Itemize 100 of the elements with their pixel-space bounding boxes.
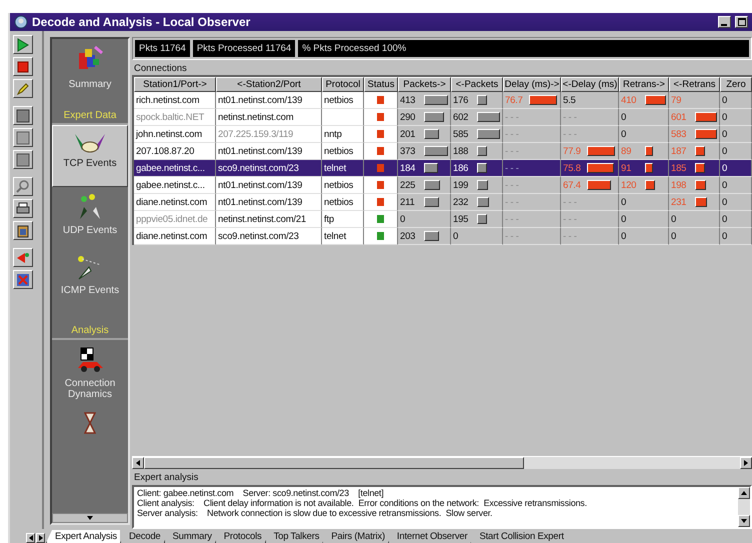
table-cell[interactable]: sco9.netinst.com/23 — [216, 228, 322, 245]
toolbar-button[interactable] — [13, 270, 33, 289]
metric-value: - - - — [563, 214, 578, 224]
analysis-text-box[interactable] — [132, 485, 752, 529]
metric-value: 0 — [671, 230, 678, 242]
toolbar-button[interactable] — [13, 35, 33, 54]
column-header[interactable]: Protocol — [322, 77, 364, 92]
column-header[interactable]: <-Retrans — [669, 77, 720, 92]
maximize-icon — [738, 18, 746, 26]
table-cell[interactable]: nt01.netinst.com/139 — [216, 92, 322, 109]
caret-icon — [741, 518, 747, 524]
tab[interactable]: Decode — [120, 530, 164, 543]
metric-value: - - - — [563, 196, 578, 208]
column-header[interactable]: Retrans-> — [619, 77, 669, 92]
metric-value: 290 — [400, 112, 416, 122]
metric-value: 77.9 — [563, 146, 582, 156]
metric-value: 0 — [621, 214, 628, 224]
tab[interactable]: Summary — [164, 530, 215, 543]
stop-icon — [15, 58, 31, 74]
table-cell[interactable]: nt01.netinst.com/139 — [216, 194, 322, 211]
metric-value: - - - — [505, 146, 520, 156]
metric-value: 413 — [400, 94, 416, 106]
table-cell[interactable]: 207.108.87.20 — [134, 143, 216, 160]
tab[interactable]: Protocols — [214, 530, 265, 543]
metric-value: - - - — [563, 230, 578, 242]
metric-value: 0 — [621, 128, 628, 140]
table-cell[interactable]: ftp — [322, 211, 364, 228]
app-icon — [14, 15, 28, 29]
toolbar-button[interactable] — [13, 57, 33, 76]
table-cell[interactable]: netinst.netinst.com — [216, 109, 322, 126]
metric-value: 373 — [400, 146, 416, 156]
tab[interactable]: Expert Analysis — [46, 530, 120, 543]
column-header[interactable]: Delay (ms)-> — [503, 77, 561, 92]
play-icon — [15, 36, 31, 52]
metric-value: 602 — [453, 112, 470, 122]
toolbar-button[interactable] — [13, 221, 33, 240]
metric-value: 583 — [671, 128, 688, 140]
tab-scroll-left-button[interactable] — [26, 533, 35, 543]
table-cell[interactable]: diane.netinst.com — [134, 194, 216, 211]
table-cell[interactable]: gabee.netinst.c... — [134, 177, 216, 194]
sidebar-item[interactable]: TCP Events — [52, 125, 128, 187]
table-cell[interactable]: nntp — [322, 126, 364, 143]
window-title: Decode and Analysis - Local Observer — [32, 15, 252, 29]
metric-value: 0 — [621, 112, 628, 122]
scroll-right-button[interactable] — [740, 457, 752, 469]
toolbar-button[interactable] — [13, 128, 33, 147]
table-cell[interactable]: netbios — [322, 143, 364, 160]
table-cell[interactable]: nt01.netinst.com/139 — [216, 177, 322, 194]
table-cell[interactable]: diane.netinst.com — [134, 228, 216, 245]
toolbar-button[interactable] — [13, 177, 33, 196]
column-header[interactable]: <-Delay (ms) — [561, 77, 619, 92]
table-cell[interactable]: netbios — [322, 92, 364, 109]
counter-display: Pkts 11764 — [135, 40, 190, 57]
sidebar-item[interactable]: ICMP Events — [52, 249, 128, 311]
metric-value: 91 — [621, 162, 632, 174]
scroll-up-button[interactable] — [738, 487, 750, 499]
caret-icon — [87, 515, 93, 521]
table-cell[interactable]: netinst.netinst.com/21 — [216, 211, 322, 228]
minimize-button[interactable] — [718, 16, 731, 28]
scroll-left-button[interactable] — [132, 457, 144, 469]
square-icon — [15, 130, 31, 146]
tab[interactable]: Start Collision Expert — [470, 530, 567, 543]
caret-icon — [135, 460, 141, 466]
column-header[interactable]: Packets-> — [398, 77, 451, 92]
maximize-button[interactable] — [735, 16, 748, 28]
metric-value: 195 — [453, 214, 470, 224]
metric-value: 601 — [671, 112, 688, 122]
column-header[interactable]: <-Packets — [451, 77, 503, 92]
toolbar-button[interactable] — [13, 248, 33, 267]
table-cell[interactable]: john.netinst.com — [134, 126, 216, 143]
toolbar-button[interactable] — [13, 79, 33, 98]
table-cell[interactable] — [322, 109, 364, 126]
column-header[interactable]: <-Station2/Port — [216, 77, 322, 92]
sidebar-item[interactable]: Summary — [52, 39, 128, 96]
scrollbar-thumb[interactable] — [144, 457, 524, 469]
column-header[interactable]: Station1/Port-> — [134, 77, 216, 92]
table-cell[interactable]: rich.netinst.com — [134, 92, 216, 109]
table-cell[interactable]: telnet — [322, 228, 364, 245]
toolbar-button[interactable] — [13, 199, 33, 218]
column-header[interactable]: Zero — [720, 77, 752, 92]
toolbar-button[interactable] — [13, 106, 33, 125]
metric-value: 199 — [453, 180, 470, 190]
toolbar-button[interactable] — [13, 150, 33, 169]
table-cell[interactable]: sco9.netinst.com/23 — [216, 160, 322, 177]
sidebar-item[interactable]: Connection Dynamics — [52, 340, 128, 406]
table-cell[interactable]: netbios — [322, 194, 364, 211]
tab-scroll-right-button[interactable] — [36, 533, 45, 543]
metric-value: 67.4 — [563, 180, 582, 190]
table-cell[interactable]: gabee.netinst.c... — [134, 160, 216, 177]
table-cell[interactable]: telnet — [322, 160, 364, 177]
column-header[interactable]: Status — [364, 77, 398, 92]
metric-value: 410 — [621, 94, 638, 106]
table-cell[interactable]: netbios — [322, 177, 364, 194]
tab[interactable]: Internet Observer — [388, 530, 470, 543]
race-car-icon — [75, 346, 105, 374]
metric-value: 0 — [722, 146, 728, 156]
table-cell[interactable]: nt01.netinst.com/139 — [216, 143, 322, 160]
tab[interactable]: Pairs (Matrix) — [322, 530, 388, 543]
tab[interactable]: Top Talkers — [264, 530, 322, 543]
sidebar-item[interactable]: UDP Events — [52, 187, 128, 249]
